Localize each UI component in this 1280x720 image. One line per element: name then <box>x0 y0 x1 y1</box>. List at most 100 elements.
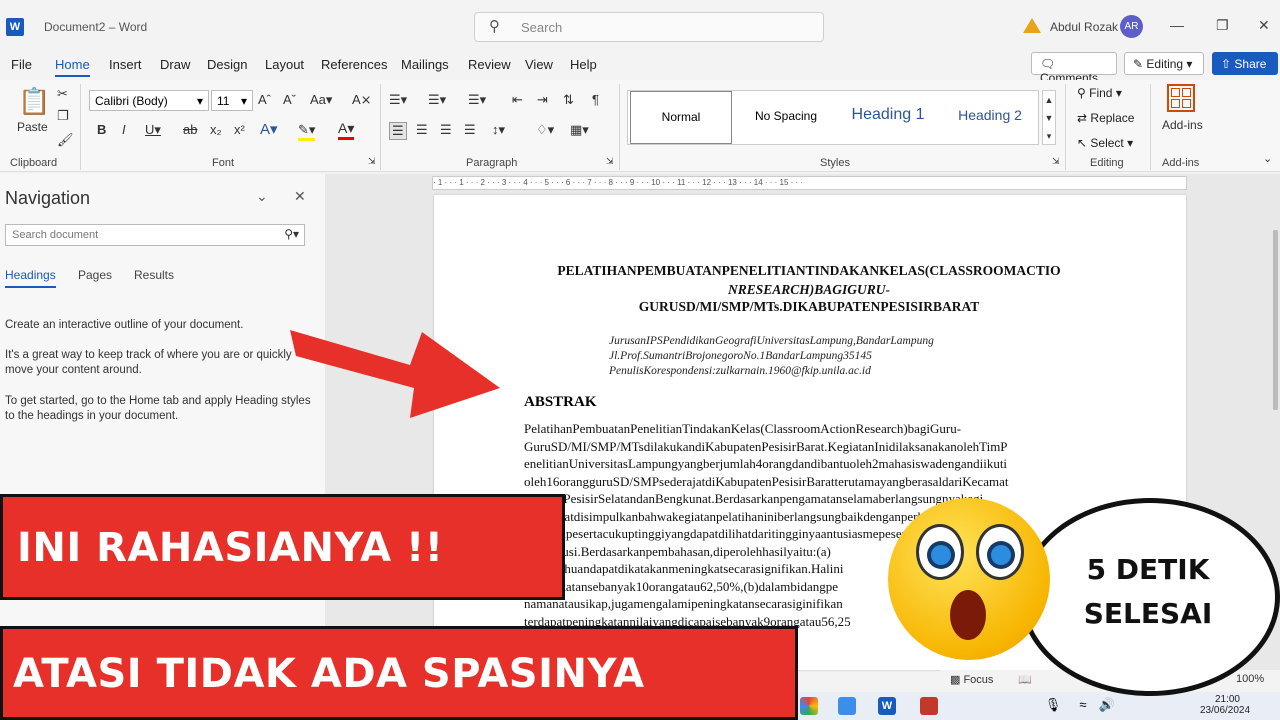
superscript-icon[interactable]: x² <box>234 122 245 137</box>
addins-icon[interactable] <box>1167 84 1195 112</box>
style-no-spacing[interactable]: No Spacing <box>736 91 836 144</box>
tab-insert[interactable]: Insert <box>109 57 142 72</box>
addins-label[interactable]: Add-ins <box>1162 118 1203 132</box>
clock[interactable]: 21:00 23/06/2024 <box>1200 694 1250 716</box>
cut-icon[interactable]: ✂ <box>57 86 68 102</box>
style-normal[interactable]: Normal <box>630 91 732 144</box>
affiliation-line: JurusanIPSPendidikanGeografiUniversitasL… <box>609 335 934 347</box>
ribbon-collapse-icon[interactable]: ⌄ <box>1263 152 1272 165</box>
warning-icon[interactable] <box>1023 18 1041 33</box>
align-center-icon[interactable]: ☰ <box>416 122 428 138</box>
tab-review[interactable]: Review <box>468 57 511 72</box>
replace-button[interactable]: ⇄ Replace <box>1077 111 1134 125</box>
comments-button[interactable]: 🗨 Comments <box>1031 52 1117 85</box>
font-name-select[interactable]: Calibri (Body) ▾ <box>89 90 209 111</box>
style-heading-2[interactable]: Heading 2 <box>940 91 1040 144</box>
tab-references[interactable]: References <box>321 57 387 72</box>
nav-search-icon[interactable]: ⚲▾ <box>284 227 299 241</box>
microphone-icon[interactable]: 🎙 <box>1044 697 1062 715</box>
tab-help[interactable]: Help <box>570 57 597 72</box>
align-left-icon[interactable]: ☰ <box>389 122 407 140</box>
change-case-icon[interactable]: Aa▾ <box>310 92 332 108</box>
strikethrough-icon[interactable]: ab <box>183 122 197 137</box>
nav-tab-results[interactable]: Results <box>134 268 174 282</box>
editing-mode-button[interactable]: ✎ Editing ▾ <box>1124 52 1204 75</box>
close-icon[interactable]: ✕ <box>1258 17 1270 34</box>
restore-icon[interactable]: ❐ <box>1216 17 1229 34</box>
shading-icon[interactable]: ♢▾ <box>536 122 554 138</box>
styles-dialog-launcher-icon[interactable]: ⇲ <box>1052 156 1060 167</box>
app-icon[interactable] <box>838 697 856 715</box>
abstract-line: peningkatansebanyak10orangatau62,50%,(b)… <box>524 578 839 594</box>
show-formatting-icon[interactable]: ¶ <box>592 92 599 107</box>
app-icon[interactable] <box>920 697 938 715</box>
tab-layout[interactable]: Layout <box>265 57 304 72</box>
select-button[interactable]: ↖ Select ▾ <box>1077 136 1133 150</box>
zoom-level[interactable]: 100% <box>1236 673 1264 685</box>
bold-icon[interactable]: B <box>97 122 106 137</box>
italic-icon[interactable]: I <box>122 122 126 137</box>
underline-icon[interactable]: U▾ <box>145 122 161 138</box>
decrease-indent-icon[interactable]: ⇤ <box>512 92 523 108</box>
abstract-line: oleh16orangguruSD/SMPsederajatdiKabupate… <box>524 473 1009 489</box>
tab-draw[interactable]: Draw <box>160 57 190 72</box>
sort-icon[interactable]: ⇅ <box>563 92 574 108</box>
nav-options-icon[interactable]: ⌄ <box>256 188 268 205</box>
clear-formatting-icon[interactable]: A⨯ <box>352 92 372 108</box>
tab-design[interactable]: Design <box>207 57 247 72</box>
borders-icon[interactable]: ▦▾ <box>570 122 589 138</box>
paragraph-dialog-launcher-icon[interactable]: ⇲ <box>606 156 614 167</box>
copy-icon[interactable]: ❐ <box>57 108 69 124</box>
focus-button[interactable]: ▩ Focus <box>950 673 993 686</box>
minimize-icon[interactable]: — <box>1170 17 1184 33</box>
avatar[interactable]: AR <box>1120 15 1143 38</box>
nav-tab-headings[interactable]: Headings <box>5 268 56 288</box>
nav-close-icon[interactable]: ✕ <box>294 188 306 205</box>
horizontal-ruler[interactable]: · 1 · · · 1 · · · 2 · · · 3 · · · 4 · · … <box>432 176 1187 190</box>
word-taskbar-icon[interactable]: W <box>878 697 896 715</box>
format-painter-icon[interactable]: 🖌 <box>57 132 74 148</box>
navigation-search-input[interactable]: Search document ⚲▾ <box>5 224 305 246</box>
emoji-mouth <box>950 590 986 640</box>
tab-home[interactable]: Home <box>55 57 90 77</box>
shrink-font-icon[interactable]: Aˇ <box>283 92 296 107</box>
volume-icon[interactable]: 🔊 <box>1098 697 1116 715</box>
word-app-icon: W <box>6 18 24 36</box>
justify-icon[interactable]: ☰ <box>464 122 476 138</box>
emoji-eye <box>976 524 1024 580</box>
text-effects-icon[interactable]: A▾ <box>260 120 278 138</box>
multilevel-list-icon[interactable]: ☰▾ <box>468 92 486 108</box>
search-icon: ⚲ <box>489 18 500 35</box>
tab-view[interactable]: View <box>525 57 553 72</box>
font-color-icon[interactable]: A▾ <box>338 120 355 140</box>
styles-scroll[interactable]: ▲ ▼ ▾ <box>1042 90 1056 145</box>
banner-bottom: ATASI TIDAK ADA SPASINYA <box>0 626 798 720</box>
nav-tab-pages[interactable]: Pages <box>78 268 112 282</box>
find-button[interactable]: ⚲ Find ▾ <box>1077 86 1122 100</box>
paste-icon[interactable]: 📋 <box>18 86 50 117</box>
increase-indent-icon[interactable]: ⇥ <box>537 92 548 108</box>
find-label: Find <box>1089 86 1113 100</box>
browser-icon[interactable] <box>800 697 818 715</box>
style-heading-1[interactable]: Heading 1 <box>838 91 938 144</box>
subscript-icon[interactable]: x₂ <box>210 122 222 137</box>
font-size-select[interactable]: 11 ▾ <box>211 90 253 111</box>
wifi-icon[interactable]: ≈ <box>1074 697 1092 715</box>
highlight-icon[interactable]: ✎▾ <box>298 122 316 141</box>
align-right-icon[interactable]: ☰ <box>440 122 452 138</box>
banner-top: INI RAHASIANYA !! <box>0 494 565 600</box>
numbering-icon[interactable]: ☰▾ <box>428 92 446 108</box>
search-input[interactable]: ⚲ Search <box>474 12 824 42</box>
nav-help-text: Create an interactive outline of your do… <box>5 319 244 331</box>
font-dialog-launcher-icon[interactable]: ⇲ <box>368 156 376 167</box>
tab-file[interactable]: File <box>11 57 32 72</box>
tab-mailings[interactable]: Mailings <box>401 57 449 72</box>
bullets-icon[interactable]: ☰▾ <box>389 92 407 108</box>
read-mode-icon[interactable]: 📖 <box>1018 673 1032 686</box>
paste-label[interactable]: Paste <box>17 120 48 134</box>
share-button[interactable]: ⇧ Share <box>1212 52 1278 75</box>
grow-font-icon[interactable]: Aˆ <box>258 92 271 107</box>
vertical-scrollbar[interactable] <box>1273 230 1278 410</box>
group-editing-label: Editing <box>1090 157 1124 169</box>
line-spacing-icon[interactable]: ↕▾ <box>492 122 505 138</box>
